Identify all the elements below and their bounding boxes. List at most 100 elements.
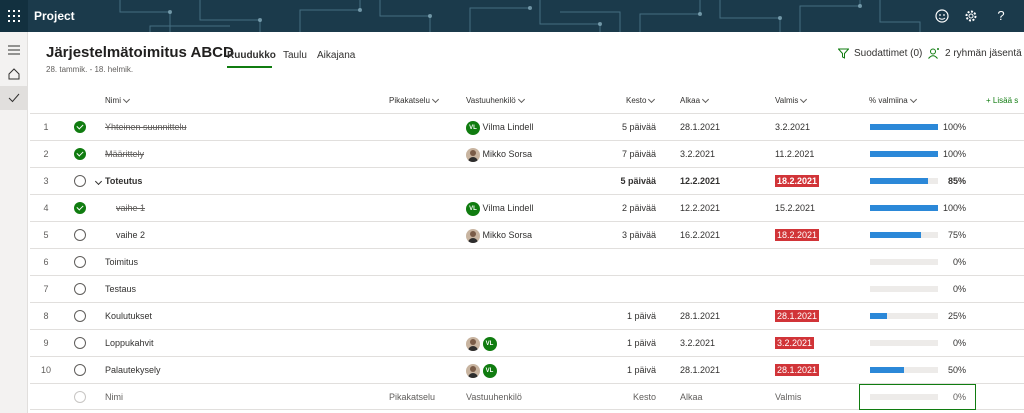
new-task-duration[interactable]: Kesto (606, 384, 656, 410)
add-column-button[interactable]: + Lisää s (986, 96, 1018, 105)
table-row[interactable]: 6 Toimitus 0% (30, 248, 1024, 275)
duration-cell[interactable]: 1 päivä (606, 330, 656, 356)
percent-complete[interactable]: 0% (942, 276, 966, 302)
start-date-cell[interactable]: 16.2.2021 (680, 222, 720, 248)
task-name[interactable]: vaihe 2 (116, 222, 145, 248)
assignee-cell[interactable]: VL Vilma Lindell (466, 114, 533, 140)
start-date-cell[interactable]: 28.1.2021 (680, 357, 720, 383)
duration-cell[interactable]: 3 päivää (606, 222, 656, 248)
finish-date-cell[interactable]: 28.1.2021 (775, 303, 820, 329)
column-header-start[interactable]: Alkaa (680, 95, 710, 105)
finish-date-cell[interactable]: 15.2.2021 (775, 195, 815, 221)
new-task-start[interactable]: Alkaa (680, 384, 703, 410)
duration-cell[interactable]: 1 päivä (606, 303, 656, 329)
tab-board[interactable]: Taulu (283, 50, 307, 61)
percent-complete[interactable]: 100% (942, 195, 966, 221)
task-name[interactable]: Yhteinen suunnittelu (105, 114, 187, 140)
task-name[interactable]: vaihe 1 (116, 195, 145, 221)
table-row[interactable]: 10 Palautekysely VL 1 päivä 28.1.2021 28… (30, 356, 1024, 383)
task-complete-checkbox[interactable] (74, 195, 88, 221)
new-task-assignee[interactable]: Vastuuhenkilö (466, 384, 522, 410)
task-name[interactable]: Toimitus (105, 249, 138, 275)
app-title[interactable]: Project (34, 0, 75, 32)
task-complete-checkbox[interactable] (74, 303, 88, 329)
task-complete-checkbox[interactable] (74, 357, 88, 383)
task-complete-checkbox[interactable] (74, 168, 88, 194)
task-complete-checkbox[interactable] (74, 222, 88, 248)
table-row[interactable]: 5 vaihe 2 Mikko Sorsa 3 päivää 16.2.2021… (30, 221, 1024, 248)
column-header-percent[interactable]: % valmiina (869, 95, 917, 105)
table-row[interactable]: 4 vaihe 1 VL Vilma Lindell 2 päivää 12.2… (30, 194, 1024, 221)
finish-date-cell[interactable]: 3.2.2021 (775, 330, 815, 356)
new-task-row[interactable]: Nimi Pikakatselu Vastuuhenkilö Kesto Alk… (30, 383, 1024, 410)
tab-timeline[interactable]: Aikajana (317, 50, 355, 61)
percent-complete[interactable]: 0% (942, 249, 966, 275)
task-name[interactable]: Toteutus (105, 168, 142, 194)
table-row[interactable]: 8 Koulutukset 1 päivä 28.1.2021 28.1.202… (30, 302, 1024, 329)
assignee-cell[interactable]: Mikko Sorsa (466, 222, 532, 248)
percent-complete[interactable]: 25% (942, 303, 966, 329)
new-task-finish[interactable]: Valmis (775, 384, 801, 410)
new-task-name-input[interactable]: Nimi (105, 384, 123, 410)
start-date-cell[interactable]: 28.1.2021 (680, 303, 720, 329)
percent-complete[interactable]: 100% (942, 141, 966, 167)
start-date-cell[interactable]: 12.2.2021 (680, 195, 720, 221)
column-header-duration[interactable]: Kesto (626, 95, 656, 105)
filters-button[interactable]: Suodattimet (0) (838, 48, 922, 59)
gear-icon[interactable] (963, 8, 979, 24)
start-date-cell[interactable]: 12.2.2021 (680, 168, 720, 194)
duration-cell[interactable]: 1 päivä (606, 357, 656, 383)
menu-hamburger-icon[interactable] (0, 38, 28, 62)
task-name[interactable]: Määrittely (105, 141, 144, 167)
table-row[interactable]: 2 Määrittely Mikko Sorsa 7 päivää 3.2.20… (30, 140, 1024, 167)
duration-cell[interactable]: 5 päivää (606, 168, 656, 194)
assignee-cell[interactable]: Mikko Sorsa (466, 141, 532, 167)
task-complete-checkbox[interactable] (74, 330, 88, 356)
task-complete-checkbox[interactable] (74, 276, 88, 302)
table-row[interactable]: 1 Yhteinen suunnittelu VL Vilma Lindell … (30, 113, 1024, 140)
percent-complete[interactable]: 85% (942, 168, 966, 194)
start-date-cell[interactable]: 28.1.2021 (680, 114, 720, 140)
new-task-quick[interactable]: Pikakatselu (389, 384, 435, 410)
app-launcher-button[interactable] (0, 0, 28, 32)
task-name[interactable]: Loppukahvit (105, 330, 154, 356)
task-name[interactable]: Koulutukset (105, 303, 152, 329)
assignee-cell[interactable]: VL (466, 357, 497, 383)
group-members-button[interactable]: 2 ryhmän jäsentä (928, 48, 1022, 59)
start-date-cell[interactable]: 3.2.2021 (680, 141, 715, 167)
task-name[interactable]: Palautekysely (105, 357, 161, 383)
column-header-quick[interactable]: Pikakatselu (389, 95, 439, 105)
percent-complete[interactable]: 100% (942, 114, 966, 140)
checkmark-nav-icon[interactable] (0, 86, 28, 110)
column-header-finish[interactable]: Valmis (775, 95, 808, 105)
home-icon[interactable] (0, 62, 28, 86)
percent-complete[interactable]: 75% (942, 222, 966, 248)
assignee-cell[interactable]: VL Vilma Lindell (466, 195, 533, 221)
task-complete-checkbox[interactable] (74, 114, 88, 140)
percent-complete[interactable]: 0% (942, 330, 966, 356)
task-complete-checkbox[interactable] (74, 249, 88, 275)
duration-cell[interactable]: 2 päivää (606, 195, 656, 221)
column-header-name[interactable]: Nimi (105, 95, 131, 105)
smiley-feedback-icon[interactable] (934, 8, 950, 24)
new-task-percent[interactable]: 0% (942, 384, 966, 410)
duration-cell[interactable]: 5 päivää (606, 114, 656, 140)
tab-grid[interactable]: Ruudukko (227, 50, 276, 61)
table-row[interactable]: 7 Testaus 0% (30, 275, 1024, 302)
table-row[interactable]: 9 Loppukahvit VL 1 päivä 3.2.2021 3.2.20… (30, 329, 1024, 356)
task-complete-checkbox[interactable] (74, 141, 88, 167)
finish-date-cell[interactable]: 18.2.2021 (775, 222, 820, 248)
assignee-cell[interactable]: VL (466, 330, 497, 356)
duration-cell[interactable]: 7 päivää (606, 141, 656, 167)
collapse-chevron-icon[interactable] (94, 168, 103, 194)
finish-date-cell[interactable]: 11.2.2021 (775, 141, 814, 167)
finish-date-cell[interactable]: 28.1.2021 (775, 357, 820, 383)
finish-date-cell[interactable]: 18.2.2021 (775, 168, 820, 194)
start-date-cell[interactable]: 3.2.2021 (680, 330, 715, 356)
task-name[interactable]: Testaus (105, 276, 136, 302)
percent-complete[interactable]: 50% (942, 357, 966, 383)
finish-date-cell[interactable]: 3.2.2021 (775, 114, 810, 140)
help-icon[interactable]: ? (993, 8, 1009, 24)
column-header-assignee[interactable]: Vastuuhenkilö (466, 95, 525, 105)
table-row-summary[interactable]: 3 Toteutus 5 päivää 12.2.2021 18.2.2021 … (30, 167, 1024, 194)
